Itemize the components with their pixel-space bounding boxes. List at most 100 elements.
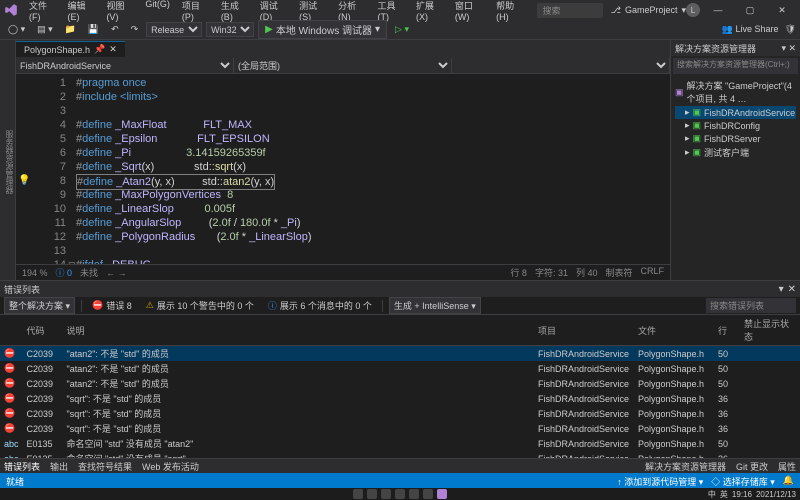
ime-mode-icon[interactable]: 英 (720, 489, 728, 500)
error-icon: ⛔ (92, 300, 103, 311)
menu-item[interactable]: 编辑(E) (63, 0, 100, 24)
bottom-tab[interactable]: 查找符号结果 (78, 460, 132, 473)
menu-item[interactable]: Git(G) (140, 0, 175, 24)
project-selector[interactable]: ⎇ GameProject ▾ (611, 5, 686, 16)
menu-item[interactable]: 帮助(H) (491, 0, 528, 24)
left-tool-window-tab[interactable]: 服务器资源管理器 (0, 40, 16, 280)
error-row[interactable]: ⛔C2039"sqrt": 不是 "std" 的成员FishDRAndroidS… (0, 406, 800, 421)
new-button[interactable]: ▤ ▾ (33, 23, 57, 36)
bottom-tab[interactable]: Git 更改 (736, 460, 768, 473)
task-icon[interactable] (381, 489, 391, 499)
redo-button[interactable]: ↷ (127, 23, 143, 36)
task-icon[interactable] (367, 489, 377, 499)
toolbar: ◯ ▾ ▤ ▾ 📁 💾 ↶ ↷ Release Win32 ▶本地 Window… (0, 20, 800, 40)
bottom-tab[interactable]: 输出 (50, 460, 68, 473)
task-icon[interactable] (423, 489, 433, 499)
menu-item[interactable]: 文件(F) (24, 0, 61, 24)
code-editor[interactable]: 💡 123456789101112131415 #pragma once#inc… (16, 74, 670, 264)
bottom-tab[interactable]: 解决方案资源管理器 (645, 460, 726, 473)
pin-icon[interactable]: 📌 (94, 44, 105, 55)
nav-member-dropdown[interactable] (452, 58, 670, 73)
source-control-button[interactable]: ↑ 添加到源代码管理 ▾ (617, 475, 703, 488)
error-row[interactable]: ⛔C2039"sqrt": 不是 "std" 的成员FishDRAndroidS… (0, 421, 800, 436)
close-button[interactable]: ✕ (768, 0, 796, 20)
build-filter-dropdown[interactable]: 生成 + IntelliSense ▾ (389, 297, 481, 314)
error-list-panel: 错误列表 ▾ ✕ 整个解决方案 ▾ ⛔错误 8 ⚠展示 10 个警告中的 0 个… (0, 280, 800, 466)
project-node[interactable]: ▸ ▣ FishDRAndroidService (675, 106, 796, 119)
platform-dropdown[interactable]: Win32 (206, 22, 254, 37)
editor-tab-active[interactable]: PolygonShape.h 📌 ✕ (16, 41, 125, 57)
repo-selector-button[interactable]: ◇ 选择存储库 ▾ (711, 475, 775, 488)
play-icon: ▶ (265, 24, 273, 35)
error-row[interactable]: ⛔C2039"sqrt": 不是 "std" 的成员FishDRAndroidS… (0, 391, 800, 406)
error-row[interactable]: abcE0135命名空间 "std" 没有成员 "atan2"FishDRAnd… (0, 436, 800, 451)
warning-icon: ⚠ (146, 300, 154, 311)
maximize-button[interactable]: ▢ (736, 0, 764, 20)
search-box[interactable]: 搜索 (537, 3, 603, 18)
status-bar: 就绪 ↑ 添加到源代码管理 ▾ ◇ 选择存储库 ▾ 🔔 (0, 474, 800, 488)
notifications-icon[interactable]: 🔔 (783, 475, 794, 488)
task-icon[interactable] (395, 489, 405, 499)
ime-icon[interactable]: 中 (708, 489, 716, 500)
lightbulb-icon[interactable]: 💡 (18, 174, 30, 188)
messages-filter[interactable]: ⓘ展示 6 个消息中的 0 个 (264, 298, 376, 313)
nav-scope-dropdown[interactable]: (全局范围) (234, 58, 452, 73)
solution-explorer-header: 解决方案资源管理器 ▾ ✕ (671, 40, 800, 56)
open-button[interactable]: 📁 (61, 23, 80, 36)
error-row[interactable]: ⛔C2039"atan2": 不是 "std" 的成员FishDRAndroid… (0, 346, 800, 362)
nav-project-dropdown[interactable]: FishDRAndroidService (16, 58, 234, 73)
project-node[interactable]: ▸ ▣ FishDRServer (675, 132, 796, 145)
code-content[interactable]: #pragma once#include <limits>#define _Ma… (76, 74, 670, 264)
start-no-debug-button[interactable]: ▷ ▾ (391, 23, 413, 36)
bottom-tab[interactable]: Web 发布活动 (142, 460, 199, 473)
solution-search-input[interactable]: 搜索解决方案资源管理器(Ctrl+;) (673, 58, 798, 74)
chevron-down-icon: ▾ (375, 24, 380, 35)
windows-taskbar: 中 英 19:16 2021/12/13 (0, 488, 800, 500)
main-area: 服务器资源管理器 PolygonShape.h 📌 ✕ FishDRAndroi… (0, 40, 800, 280)
menu-item[interactable]: 项目(P) (177, 0, 214, 24)
liveshare-button[interactable]: 👥 Live Share (722, 24, 779, 35)
nav-back-button[interactable]: ◯ ▾ (4, 23, 29, 36)
config-dropdown[interactable]: Release (146, 22, 202, 37)
menu-item[interactable]: 生成(B) (216, 0, 253, 24)
undo-button[interactable]: ↶ (107, 23, 123, 36)
error-list-header: 错误列表 ▾ ✕ (0, 281, 800, 297)
titlebar: 文件(F)编辑(E)视图(V)Git(G)项目(P)生成(B)调试(D)测试(S… (0, 0, 800, 20)
task-icon[interactable] (437, 489, 447, 499)
warnings-filter[interactable]: ⚠展示 10 个警告中的 0 个 (142, 298, 258, 313)
error-search-input[interactable]: 搜索错误列表 (706, 298, 796, 313)
system-tray[interactable]: 中 英 19:16 2021/12/13 (708, 489, 796, 500)
editor-area: PolygonShape.h 📌 ✕ FishDRAndroidService … (16, 40, 670, 280)
close-icon[interactable]: ✕ (788, 284, 796, 295)
project-node[interactable]: ▸ ▣ 测试客户端 (675, 145, 796, 160)
solution-root[interactable]: ▣解决方案 "GameProject"(4 个项目, 共 4 … (675, 78, 796, 106)
menu-item[interactable]: 窗口(W) (450, 0, 489, 24)
editor-status-bar: 194 % ⓘ 0 未找 ← → 行 8 字符: 31 列 40 制表符 CRL… (16, 264, 670, 280)
project-node[interactable]: ▸ ▣ FishDRConfig (675, 119, 796, 132)
save-button[interactable]: 💾 (84, 23, 103, 36)
menu-item[interactable]: 扩展(X) (411, 0, 448, 24)
start-debug-button[interactable]: ▶本地 Windows 调试器▾ (258, 20, 387, 39)
user-avatar[interactable]: L (686, 3, 700, 17)
close-icon[interactable]: ✕ (109, 44, 117, 55)
start-icon[interactable] (353, 489, 363, 499)
panel-menu-icon[interactable]: ▾ ✕ (781, 43, 796, 54)
editor-tabs: PolygonShape.h 📌 ✕ (16, 40, 670, 58)
panel-menu-icon[interactable]: ▾ (779, 284, 784, 295)
bottom-tab[interactable]: 错误列表 (4, 460, 40, 473)
solution-tree: ▣解决方案 "GameProject"(4 个项目, 共 4 …▸ ▣ Fish… (671, 76, 800, 162)
bottom-tool-tabs: 错误列表输出查找符号结果 Web 发布活动 解决方案资源管理器 Git 更改属性 (0, 458, 800, 474)
scope-dropdown[interactable]: 整个解决方案 ▾ (4, 297, 75, 314)
task-icon[interactable] (409, 489, 419, 499)
issues-indicator[interactable]: ⓘ 0 (56, 266, 73, 279)
bottom-tab[interactable]: 属性 (778, 460, 796, 473)
branch-icon: ⎇ (611, 5, 621, 16)
error-row[interactable]: ⛔C2039"atan2": 不是 "std" 的成员FishDRAndroid… (0, 376, 800, 391)
errors-filter[interactable]: ⛔错误 8 (88, 298, 136, 313)
admin-icon: 🛡 (785, 24, 796, 35)
menu-item[interactable]: 视图(V) (101, 0, 138, 24)
error-row[interactable]: ⛔C2039"atan2": 不是 "std" 的成员FishDRAndroid… (0, 361, 800, 376)
zoom-level[interactable]: 194 % (22, 268, 48, 278)
minimize-button[interactable]: ― (704, 0, 732, 20)
error-table: 代码 说明 项目 文件 行 禁止显示状态 ⛔C2039"atan2": 不是 "… (0, 315, 800, 466)
